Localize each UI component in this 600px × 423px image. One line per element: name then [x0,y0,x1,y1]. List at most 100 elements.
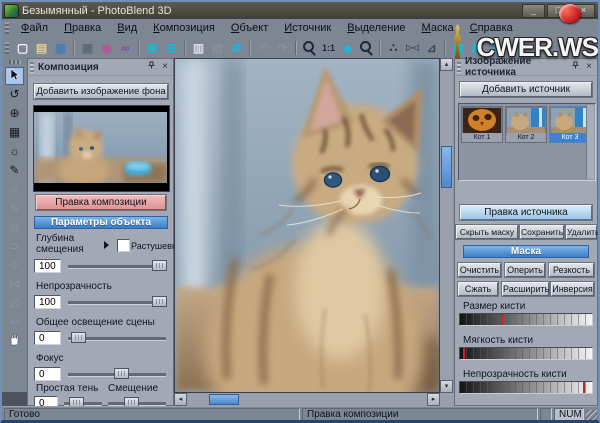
close-icon[interactable]: × [583,61,595,73]
undo-icon[interactable]: ↶ [255,40,272,56]
focus-slider[interactable] [68,373,166,377]
dodge-tool[interactable]: ◊ [5,257,24,275]
canvas-image[interactable] [174,58,440,393]
render-3d-icon[interactable]: ◉ [98,40,115,56]
menu-file[interactable]: Файл [13,20,56,36]
pin-icon[interactable] [569,61,581,73]
shrink-mask-button[interactable]: Сжать [458,282,498,296]
hide-mask-button[interactable]: Скрыть маску [456,225,518,239]
edit-source-button[interactable]: Правка источника [460,205,592,220]
close-icon[interactable]: × [159,61,171,73]
add-source-button[interactable]: Добавить источник [460,82,592,97]
scene-light-slider-handle[interactable] [71,332,86,343]
paste-icon[interactable]: ▤ [209,40,226,56]
scene-light-value[interactable]: 0 [34,331,61,345]
canvas-vscrollbar[interactable]: ▴ ▾ [440,58,453,393]
transform-distort-icon[interactable]: ◫ [507,40,524,56]
burn-tool[interactable]: ⋈ [5,276,24,294]
lasso-tool[interactable]: ∿ [5,200,24,218]
copy-icon[interactable]: ▥ [190,40,207,56]
light-tool[interactable]: ☼ [5,143,24,161]
canvas-hscrollbar[interactable]: ◂ ▸ [174,393,440,406]
depth-value[interactable]: 100 [34,259,61,273]
save-as-icon[interactable]: ▣ [79,40,96,56]
zoom-window-icon[interactable] [358,40,375,56]
new-file-icon[interactable]: ▢ [14,40,31,56]
zoom-actual-icon[interactable]: 1:1 [320,40,337,56]
expand-mask-button[interactable]: Расширить [502,282,549,296]
brush-tool[interactable]: ✎ [5,162,24,180]
redo-icon[interactable]: ↷ [274,40,291,56]
opacity-slider[interactable] [68,301,166,305]
swap-sources-icon[interactable]: ⇄ [228,40,245,56]
select-tool[interactable] [5,67,24,85]
focus-slider-handle[interactable] [114,368,129,379]
delete-source-button[interactable]: Удалить [566,225,597,239]
source-thumbnail-1[interactable]: Кот 1 [461,106,503,143]
flip-icon[interactable]: ▷◁ [404,40,421,56]
menu-selection[interactable]: Выделение [339,20,413,36]
pin-icon[interactable] [145,61,157,73]
save-icon[interactable]: ▣ [52,40,69,56]
stereo-3d-icon[interactable]: ∞ [117,40,134,56]
menu-composition[interactable]: Композиция [145,20,223,36]
hscroll-thumb[interactable] [209,394,239,405]
edit-composition-button[interactable]: Правка композиции [36,195,166,210]
menu-object[interactable]: Объект [223,20,276,36]
opacity-slider-handle[interactable] [152,296,167,307]
minimize-button[interactable]: _ [522,4,545,18]
scroll-down-button[interactable]: ▾ [440,380,453,393]
perspective-icon[interactable]: ⊿ [423,40,440,56]
scroll-up-button[interactable]: ▴ [440,58,453,71]
paste-background-icon[interactable]: ⊞ [144,40,161,56]
paste-source-icon[interactable]: ⊟ [163,40,180,56]
scene-light-slider[interactable] [68,337,166,341]
invert-mask-button[interactable]: Инверсия [551,282,594,296]
scroll-right-button[interactable]: ▸ [427,393,440,406]
background-thumbnail[interactable] [33,105,170,192]
hand-tool[interactable] [5,333,24,351]
brush-softness-bar[interactable] [459,347,593,360]
vscroll-thumb[interactable] [441,146,452,188]
menu-edit[interactable]: Правка [56,20,109,36]
save-mask-button[interactable]: Сохранить [520,225,564,239]
move-tool[interactable]: ⊕ [5,105,24,123]
stamp-tool[interactable]: ∾ [5,314,24,332]
rotate-tool[interactable]: ↺ [5,86,24,104]
open-file-icon[interactable]: ▤ [33,40,50,56]
source-thumbnail-3-image [551,108,589,133]
menu-view[interactable]: Вид [109,20,145,36]
zoom-icon[interactable] [301,40,318,56]
sharpen-tool[interactable]: ∅ [5,295,24,313]
panel-grip[interactable] [457,62,461,73]
zoom-fit-icon[interactable]: ◈ [339,40,356,56]
brush-opacity-bar[interactable] [459,381,593,394]
erase-tool[interactable]: ⊘ [5,219,24,237]
menu-source[interactable]: Источник [276,20,339,36]
transform-scale-icon[interactable]: ◪ [488,40,505,56]
focus-value[interactable]: 0 [34,367,61,381]
sharpen-mask-button[interactable]: Резкость [549,263,594,277]
transform-rotate-icon[interactable]: ◩ [469,40,486,56]
clear-mask-button[interactable]: Очистить [458,263,501,277]
source-thumbnail-3[interactable]: Кот 3 [549,106,591,143]
panel-grip[interactable] [30,62,34,73]
image-tool[interactable]: ▦ [5,124,24,142]
depth-expander-icon[interactable] [104,241,109,249]
add-background-button[interactable]: Добавить изображение фона [34,84,168,99]
menu-help[interactable]: Справка [462,20,521,36]
feather-checkbox[interactable] [117,239,130,252]
resize-grip[interactable] [586,410,597,421]
scroll-left-button[interactable]: ◂ [174,393,187,406]
source-list-scrollbar[interactable] [586,105,594,179]
menu-mask[interactable]: Маска [414,20,462,36]
depth-slider-handle[interactable] [152,260,167,271]
smudge-tool[interactable]: ⊃ [5,238,24,256]
move-point-icon[interactable]: ∴ [385,40,402,56]
source-thumbnail-2[interactable]: Кот 2 [505,106,547,143]
feather-mask-button[interactable]: Оперить [505,263,545,277]
opacity-value[interactable]: 100 [34,295,61,309]
depth-slider[interactable] [68,265,166,269]
brush-size-bar[interactable] [459,313,593,326]
mask-brush-tool[interactable]: ≈ [5,181,24,199]
